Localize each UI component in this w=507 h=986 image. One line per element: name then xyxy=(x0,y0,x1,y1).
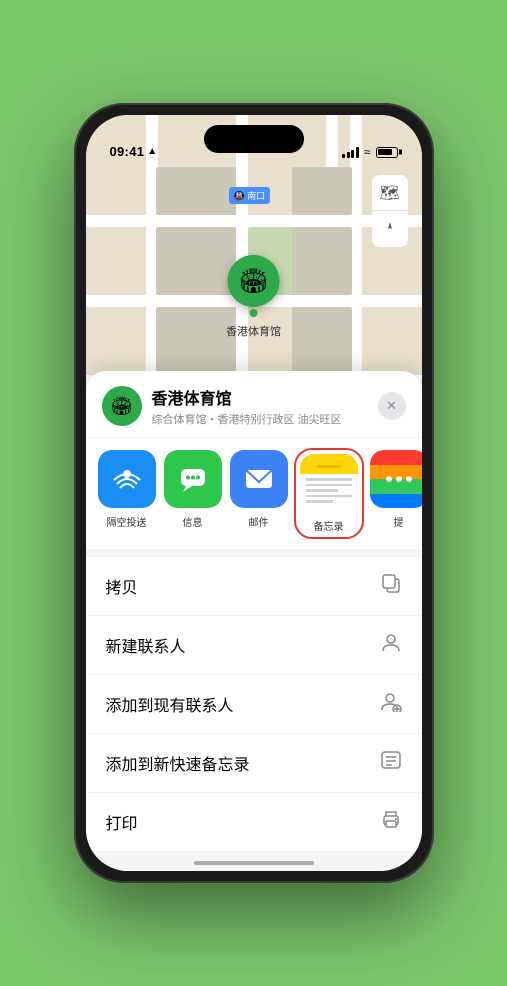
stadium-marker: 🏟 香港体育馆 xyxy=(226,255,281,339)
quick-note-icon xyxy=(380,749,402,777)
signal-bar-4 xyxy=(356,147,359,158)
location-icon-circle: 🏟 xyxy=(102,386,142,426)
map-controls: 🗺 xyxy=(372,175,408,247)
notes-top-bar xyxy=(300,454,358,474)
more-label: 提 xyxy=(394,514,404,529)
action-new-contact-label: 新建联系人 xyxy=(106,633,186,657)
copy-svg xyxy=(380,572,402,594)
action-new-contact[interactable]: 新建联系人 xyxy=(86,616,422,674)
marker-dot xyxy=(250,309,258,317)
dynamic-island xyxy=(204,125,304,153)
signal-bar-2 xyxy=(347,152,350,158)
mail-icon-wrap xyxy=(230,450,288,508)
share-more[interactable]: 提 xyxy=(370,450,422,537)
map-block-5 xyxy=(156,307,236,375)
bottom-sheet: 🏟 香港体育馆 综合体育馆・香港特别行政区 油尖旺区 ✕ xyxy=(86,371,422,871)
location-header: 🏟 香港体育馆 综合体育馆・香港特别行政区 油尖旺区 ✕ xyxy=(86,371,422,437)
mail-label: 邮件 xyxy=(249,514,269,529)
add-contact-icon xyxy=(380,690,402,718)
map-block-2 xyxy=(156,167,236,215)
location-name: 香港体育馆 xyxy=(152,385,368,409)
dot-1 xyxy=(386,476,392,482)
airdrop-label: 隔空投送 xyxy=(107,514,147,529)
map-block-3 xyxy=(292,167,352,215)
map-layers-button[interactable]: 🗺 xyxy=(372,175,408,211)
close-button[interactable]: ✕ xyxy=(378,392,406,420)
signal-bar-3 xyxy=(351,150,354,158)
action-list: 拷贝 新建联系人 xyxy=(86,557,422,851)
location-subtitle: 综合体育馆・香港特别行政区 油尖旺区 xyxy=(152,411,368,427)
share-mail[interactable]: 邮件 xyxy=(230,450,288,537)
messages-icon xyxy=(178,464,208,494)
phone-screen: 09:41 ▲ ≈ xyxy=(86,115,422,871)
battery-icon xyxy=(376,147,398,158)
notes-line-4 xyxy=(306,495,352,498)
marker-pin: 🏟 xyxy=(228,255,280,307)
action-copy[interactable]: 拷贝 xyxy=(86,557,422,615)
notes-line-2 xyxy=(306,484,352,487)
share-apps-row: 隔空投送 信息 xyxy=(86,438,422,549)
print-icon xyxy=(380,808,402,836)
dot-2 xyxy=(396,476,402,482)
notes-icon-wrap xyxy=(300,454,358,512)
map-block-7 xyxy=(292,227,352,295)
battery-fill xyxy=(378,149,392,155)
map-block-4 xyxy=(156,227,236,295)
notes-line-3 xyxy=(306,489,338,492)
action-add-contact-label: 添加到现有联系人 xyxy=(106,692,234,716)
notes-label: 备忘录 xyxy=(314,518,344,533)
location-info: 香港体育馆 综合体育馆・香港特别行政区 油尖旺区 xyxy=(152,385,368,427)
action-quick-note-label: 添加到新快速备忘录 xyxy=(106,751,250,775)
signal-bar-1 xyxy=(342,154,345,158)
phone-frame: 09:41 ▲ ≈ xyxy=(74,103,434,883)
more-dots-overlay xyxy=(386,476,412,482)
marker-label: 香港体育馆 xyxy=(226,323,281,339)
map-block-6 xyxy=(292,307,352,375)
share-messages[interactable]: 信息 xyxy=(164,450,222,537)
airdrop-icon xyxy=(112,464,142,494)
status-icons: ≈ xyxy=(342,145,397,159)
dot-3 xyxy=(406,476,412,482)
new-contact-svg xyxy=(380,631,402,653)
messages-icon-wrap xyxy=(164,450,222,508)
map-location-button[interactable] xyxy=(372,211,408,247)
notes-top-line xyxy=(317,465,341,468)
more-icon-wrap xyxy=(370,450,422,508)
action-copy-label: 拷贝 xyxy=(106,574,138,598)
action-add-contact[interactable]: 添加到现有联系人 xyxy=(86,675,422,733)
signal-bars xyxy=(342,147,359,158)
add-contact-svg xyxy=(380,690,402,712)
action-print-label: 打印 xyxy=(106,810,138,834)
notes-line-1 xyxy=(306,478,352,481)
share-airdrop[interactable]: 隔空投送 xyxy=(98,450,156,537)
new-contact-icon xyxy=(380,631,402,659)
action-quick-note[interactable]: 添加到新快速备忘录 xyxy=(86,734,422,792)
action-print[interactable]: 打印 xyxy=(86,793,422,851)
copy-icon xyxy=(380,572,402,600)
airdrop-icon-wrap xyxy=(98,450,156,508)
location-icon xyxy=(382,221,398,237)
quick-note-svg xyxy=(380,749,402,771)
wifi-icon: ≈ xyxy=(364,145,371,159)
status-time: 09:41 xyxy=(110,144,145,159)
messages-label: 信息 xyxy=(183,514,203,529)
print-svg xyxy=(380,808,402,830)
home-indicator xyxy=(194,861,314,865)
share-notes[interactable]: 备忘录 xyxy=(296,450,362,537)
subway-label: 🚇 南口 xyxy=(228,187,270,204)
notes-line-5 xyxy=(306,500,334,503)
mail-icon xyxy=(244,465,274,493)
notes-lines-wrap xyxy=(300,474,358,512)
location-arrow-icon: ▲ xyxy=(147,146,157,157)
